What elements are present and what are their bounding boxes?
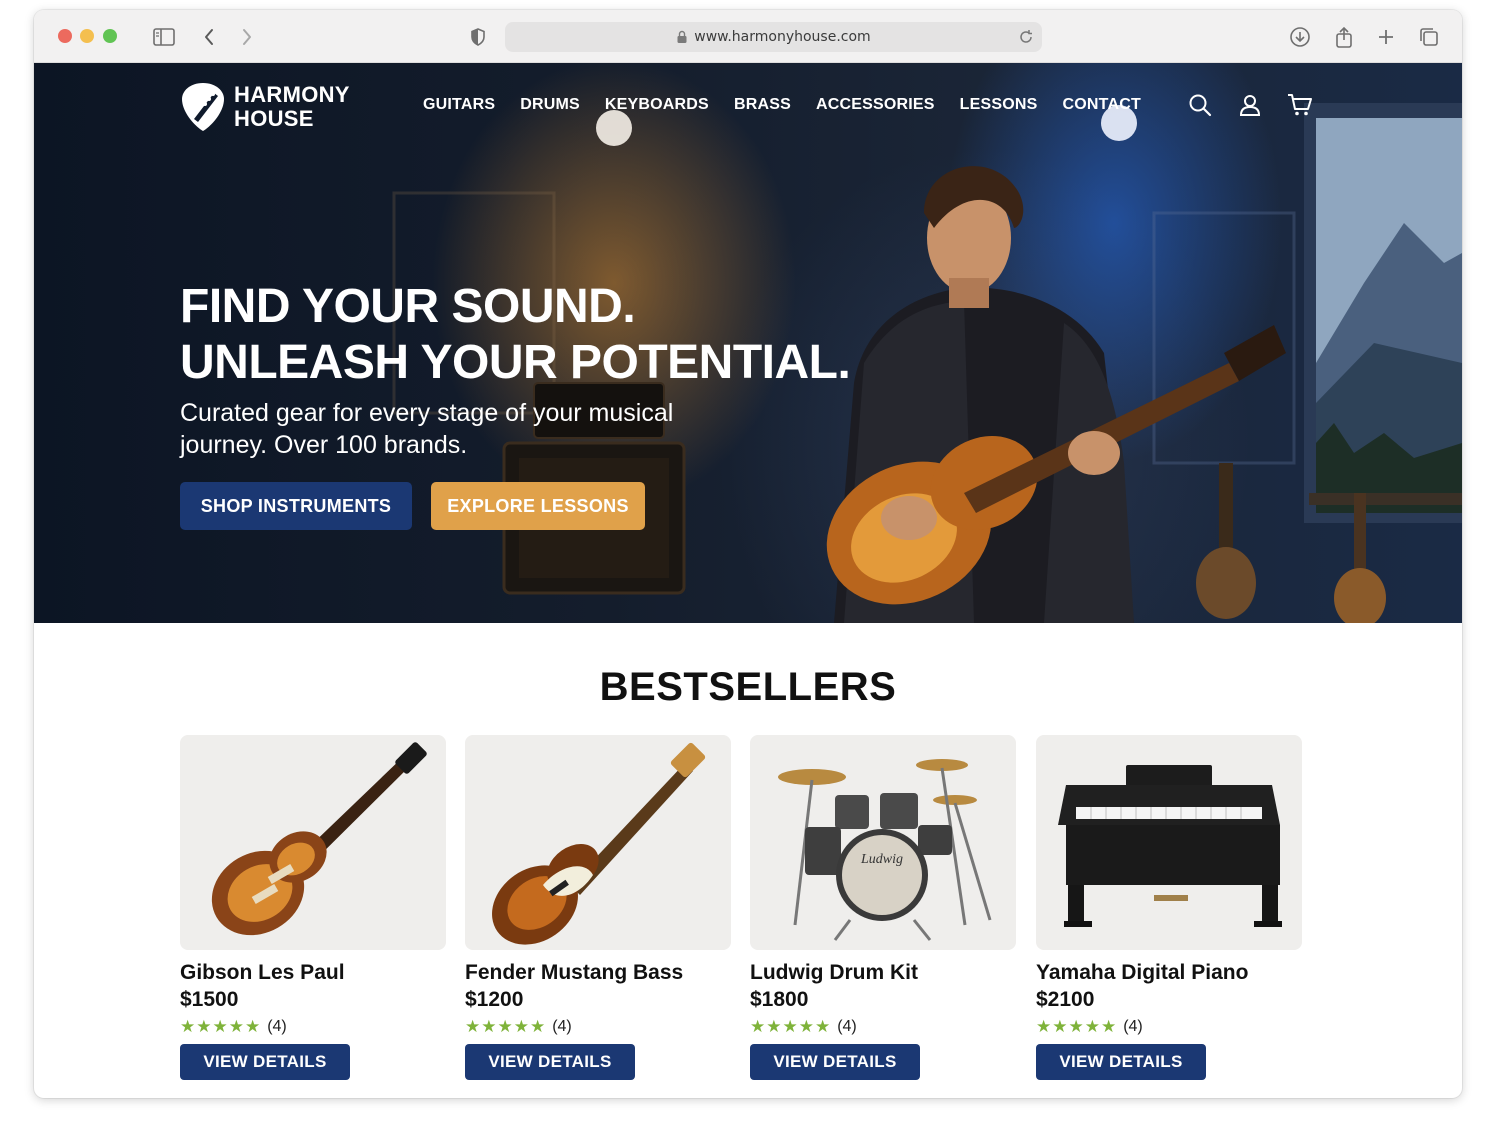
privacy-shield-icon[interactable] <box>464 23 492 51</box>
review-count: (4) <box>1123 1018 1143 1035</box>
hero-title-line1: FIND YOUR SOUND. <box>180 280 636 333</box>
downloads-icon[interactable] <box>1286 23 1314 51</box>
address-bar[interactable]: www.harmonyhouse.com <box>505 22 1042 52</box>
product-name[interactable]: Gibson Les Paul <box>180 960 446 986</box>
view-details-button[interactable]: VIEW DETAILS <box>1036 1044 1206 1080</box>
view-details-button[interactable]: VIEW DETAILS <box>750 1044 920 1080</box>
tab-overview-icon[interactable] <box>1415 23 1443 51</box>
url-text: www.harmonyhouse.com <box>694 29 871 45</box>
product-price: $1200 <box>465 988 524 1011</box>
svg-text:Ludwig: Ludwig <box>860 852 903 867</box>
back-icon[interactable] <box>195 23 223 51</box>
hero-subtitle: Curated gear for every stage of your mus… <box>180 399 674 459</box>
share-icon[interactable] <box>1330 23 1358 51</box>
product-card: Yamaha Digital Piano $2100 ★★★★★ (4) VIE… <box>1036 735 1302 1080</box>
view-details-button[interactable]: VIEW DETAILS <box>465 1044 635 1080</box>
brand-name: HARMONY HOUSE <box>234 83 350 131</box>
product-card: Gibson Les Paul $1500 ★★★★★ (4) VIEW DET… <box>180 735 446 1080</box>
product-rating: ★★★★★ (4) <box>750 1016 1016 1038</box>
search-icon[interactable] <box>1186 91 1214 119</box>
close-window-button[interactable] <box>58 29 72 43</box>
review-count: (4) <box>267 1018 287 1035</box>
nav-item-lessons[interactable]: LESSONS <box>960 96 1038 114</box>
nav-item-brass[interactable]: BRASS <box>734 96 791 114</box>
brand-name-line2: HOUSE <box>234 106 314 131</box>
main-nav: GUITARS DRUMS KEYBOARDS BRASS ACCESSORIE… <box>423 96 1166 114</box>
bestsellers-heading: BESTSELLERS <box>599 665 897 709</box>
product-name[interactable]: Yamaha Digital Piano <box>1036 960 1302 986</box>
product-price: $1800 <box>750 988 809 1011</box>
hero-banner: HARMONY HOUSE GUITARS DRUMS KEYBOARDS BR… <box>34 63 1462 623</box>
product-name[interactable]: Fender Mustang Bass <box>465 960 731 986</box>
explore-lessons-button[interactable]: EXPLORE LESSONS <box>431 482 645 530</box>
sidebar-toggle-icon[interactable] <box>150 23 178 51</box>
view-details-button[interactable]: VIEW DETAILS <box>180 1044 350 1080</box>
nav-item-accessories[interactable]: ACCESSORIES <box>816 96 935 114</box>
new-tab-icon[interactable] <box>1372 23 1400 51</box>
product-card: Fender Mustang Bass $1200 ★★★★★ (4) VIEW… <box>465 735 731 1080</box>
browser-toolbar: www.harmonyhouse.com <box>34 10 1462 63</box>
product-card: Ludwig Ludwig Drum Kit $1800 ★★★★★ (4) V… <box>750 735 1016 1080</box>
minimize-window-button[interactable] <box>80 29 94 43</box>
product-image-mustang-bass[interactable] <box>465 735 731 950</box>
star-rating-icons: ★★★★★ <box>750 1017 832 1036</box>
star-rating-icons: ★★★★★ <box>1036 1017 1118 1036</box>
product-rating: ★★★★★ (4) <box>180 1016 446 1038</box>
reload-icon[interactable] <box>1018 29 1034 45</box>
brand-logo[interactable]: HARMONY HOUSE <box>180 81 350 133</box>
shop-instruments-button[interactable]: SHOP INSTRUMENTS <box>180 482 412 530</box>
brand-name-line1: HARMONY <box>234 82 350 107</box>
star-rating-icons: ★★★★★ <box>180 1017 262 1036</box>
maximize-window-button[interactable] <box>103 29 117 43</box>
header-actions <box>1186 91 1314 119</box>
nav-item-keyboards[interactable]: KEYBOARDS <box>605 96 709 114</box>
product-image-digital-piano[interactable] <box>1036 735 1302 950</box>
nav-item-contact[interactable]: CONTACT <box>1063 96 1141 114</box>
user-icon[interactable] <box>1236 91 1264 119</box>
forward-icon[interactable] <box>233 23 261 51</box>
review-count: (4) <box>552 1018 572 1035</box>
nav-item-guitars[interactable]: GUITARS <box>423 96 495 114</box>
product-name[interactable]: Ludwig Drum Kit <box>750 960 1016 986</box>
lock-icon <box>676 30 688 44</box>
product-rating: ★★★★★ (4) <box>1036 1016 1302 1038</box>
product-price: $1500 <box>180 988 239 1011</box>
nav-item-drums[interactable]: DRUMS <box>520 96 580 114</box>
browser-window: www.harmonyhouse.com HARMONY HOUSE GUITA… <box>34 10 1462 1098</box>
hero-title: FIND YOUR SOUND. UNLEASH YOUR POTENTIAL. <box>180 279 851 391</box>
guitar-pick-logo-icon <box>182 83 224 131</box>
hero-title-line2: UNLEASH YOUR POTENTIAL. <box>180 336 851 389</box>
product-rating: ★★★★★ (4) <box>465 1016 731 1038</box>
product-image-drum-kit[interactable]: Ludwig <box>750 735 1016 950</box>
product-image-les-paul[interactable] <box>180 735 446 950</box>
review-count: (4) <box>837 1018 857 1035</box>
product-price: $2100 <box>1036 988 1095 1011</box>
star-rating-icons: ★★★★★ <box>465 1017 547 1036</box>
cart-icon[interactable] <box>1286 91 1314 119</box>
